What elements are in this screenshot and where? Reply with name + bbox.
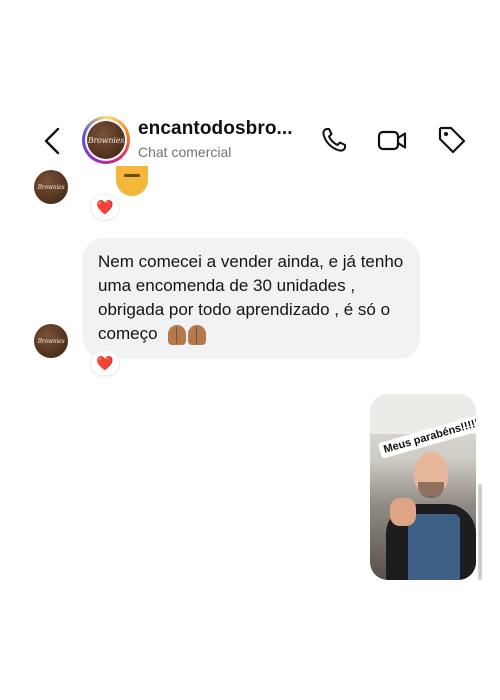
- profile-avatar[interactable]: Brownies: [82, 116, 130, 164]
- video-message[interactable]: Meus parabéns!!!!!!: [370, 394, 476, 580]
- message-bubble[interactable]: Nem comecei a vender ainda, e já tenho u…: [82, 238, 420, 359]
- video-call-icon[interactable]: [376, 124, 408, 156]
- sender-avatar[interactable]: Brownies: [34, 324, 68, 358]
- smiling-face-emoji-icon: [116, 166, 148, 196]
- phone-icon[interactable]: [318, 124, 350, 156]
- heart-reaction[interactable]: ❤️: [90, 194, 120, 220]
- heart-icon: ❤️: [96, 198, 114, 215]
- tag-icon[interactable]: [436, 124, 468, 156]
- back-arrow-icon[interactable]: [40, 126, 66, 156]
- sender-avatar[interactable]: Brownies: [34, 170, 68, 204]
- folded-hands-emoji-icon: [168, 323, 208, 347]
- heart-reaction[interactable]: ❤️: [90, 350, 120, 376]
- chat-header: Brownies encantodosbro... Chat comercial: [0, 108, 500, 172]
- scrollbar[interactable]: [478, 484, 482, 580]
- chat-username[interactable]: encantodosbro...: [138, 118, 293, 140]
- heart-icon: ❤️: [96, 354, 114, 371]
- message-text: Nem comecei a vender ainda, e já tenho u…: [98, 252, 404, 343]
- chat-subtitle: Chat comercial: [138, 144, 232, 160]
- brand-logo: Brownies: [87, 121, 125, 159]
